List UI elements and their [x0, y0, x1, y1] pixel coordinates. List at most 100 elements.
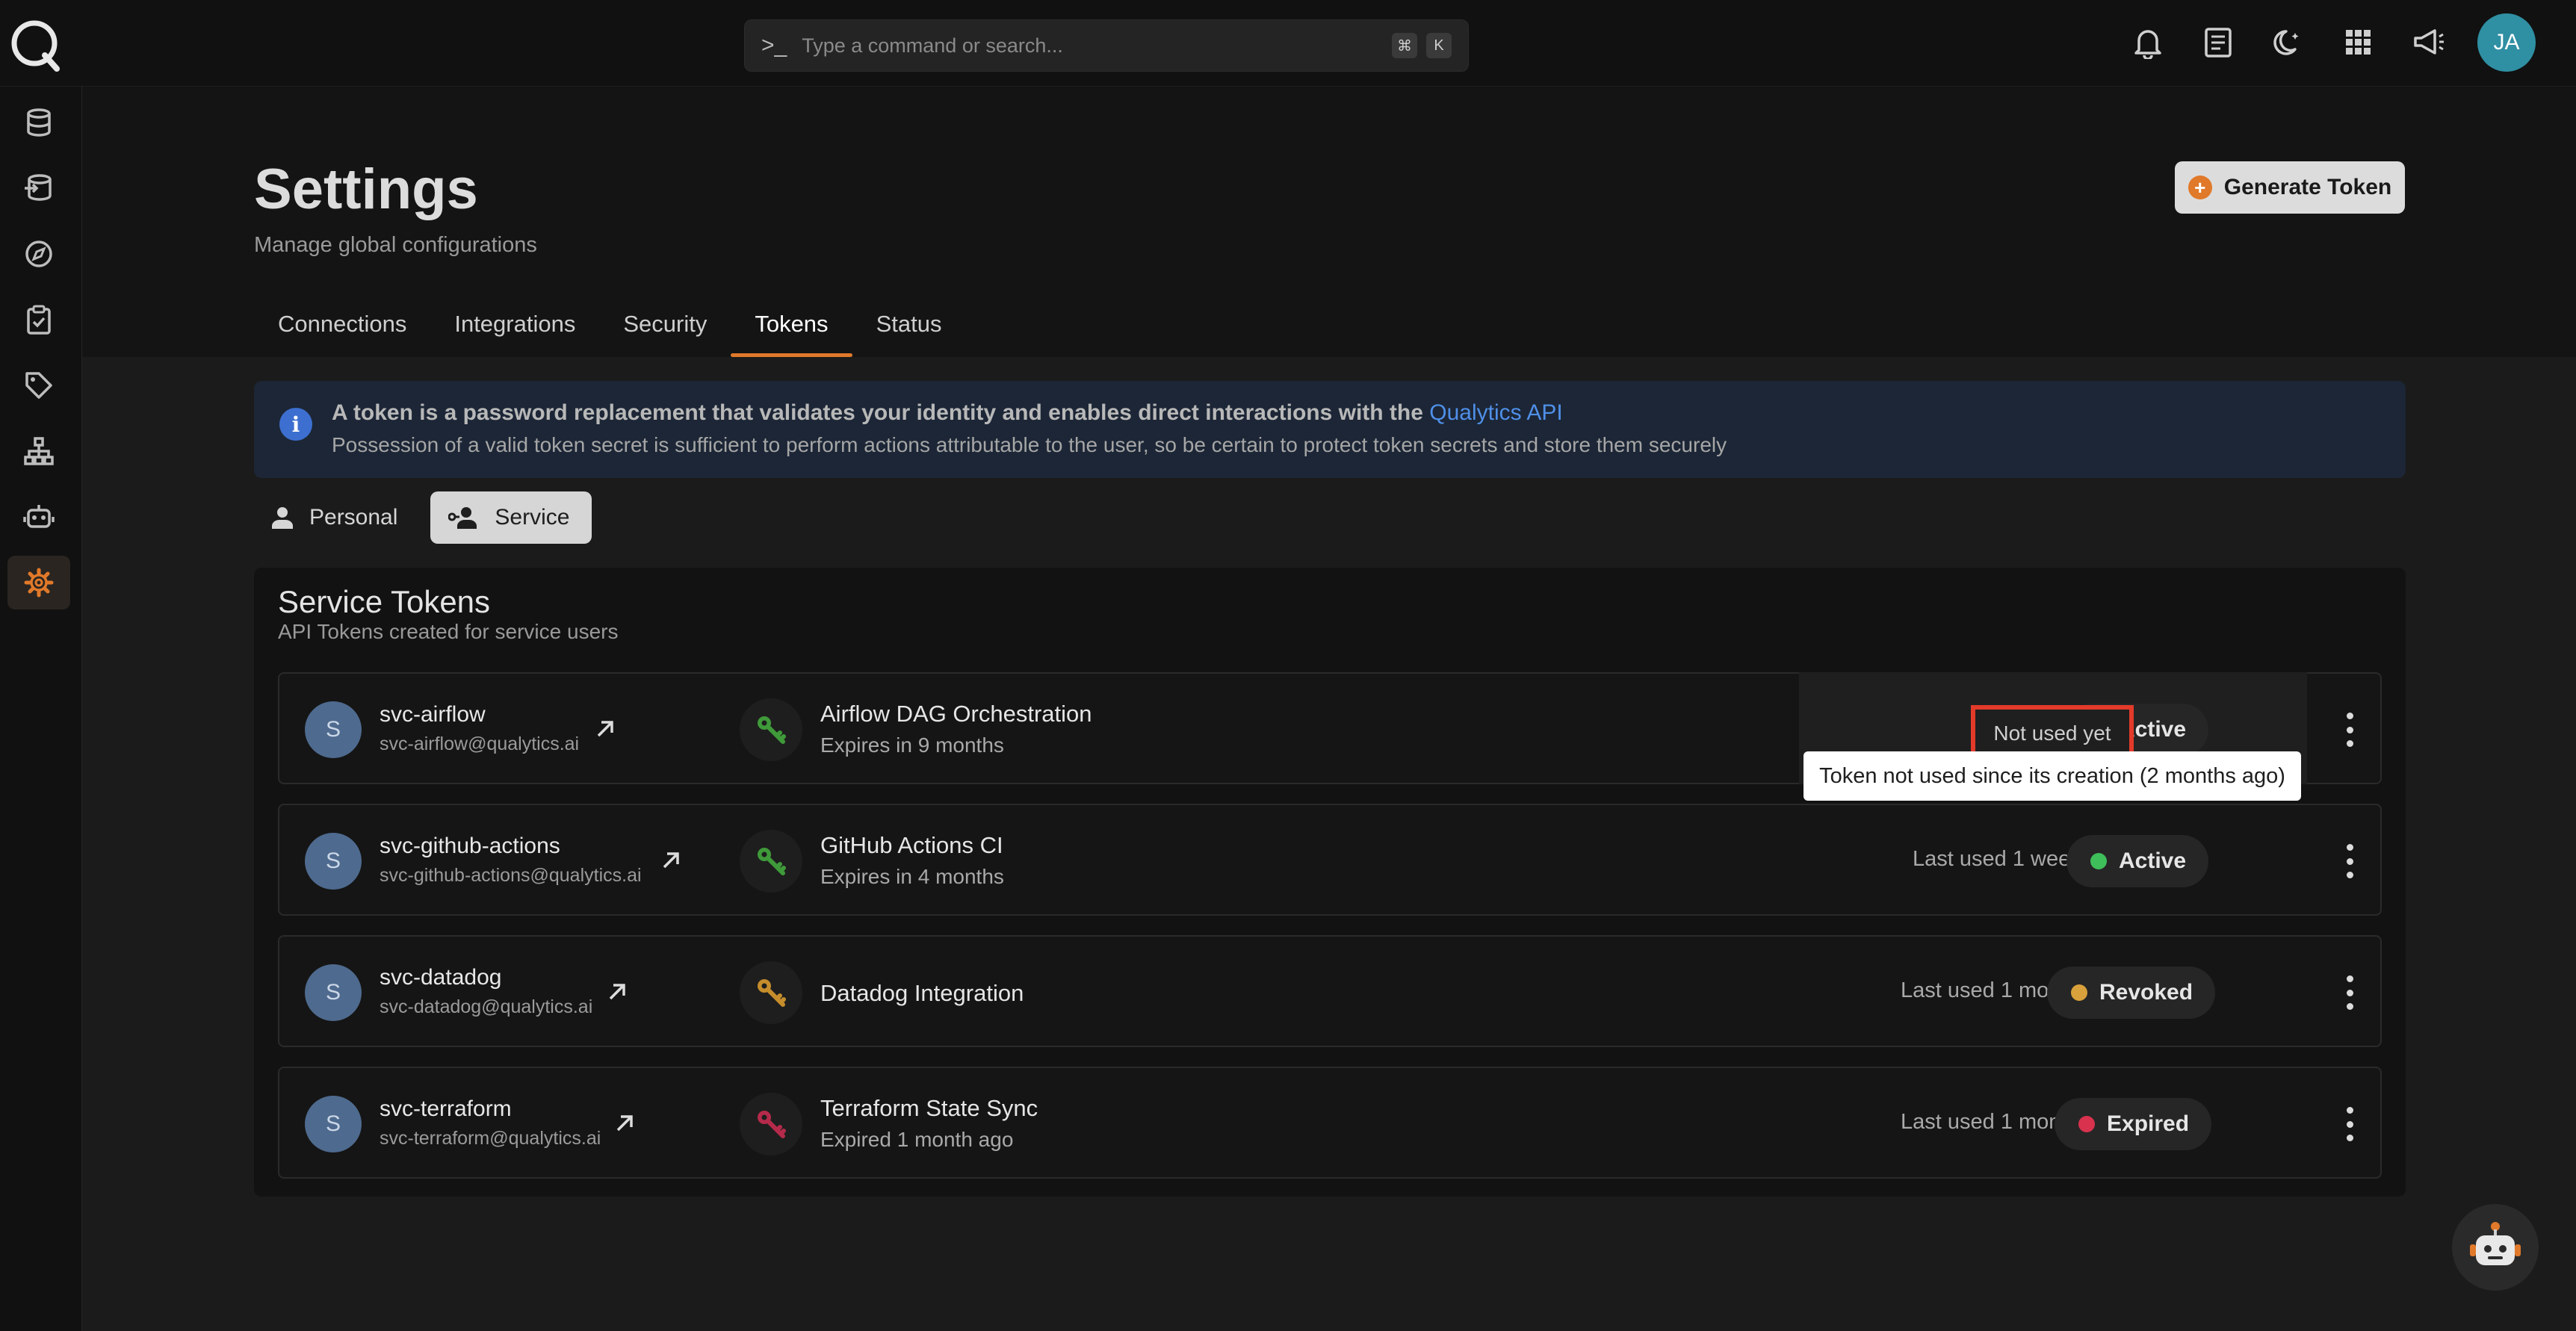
sidebar-item-settings[interactable] — [7, 556, 70, 609]
token-name: Airflow DAG Orchestration — [820, 701, 1092, 727]
generate-token-label: Generate Token — [2223, 175, 2392, 199]
command-search-placeholder: Type a command or search... — [802, 34, 1063, 57]
database-flow-icon — [25, 174, 52, 201]
compass-icon — [25, 241, 52, 267]
megaphone-icon[interactable] — [2407, 21, 2450, 64]
key-icon — [740, 698, 802, 761]
top-actions: JA — [2126, 13, 2536, 72]
dark-mode-moon-icon[interactable] — [2267, 21, 2310, 64]
row-menu-kebab-icon[interactable] — [2338, 713, 2361, 747]
token-expiry: Expires in 9 months — [820, 733, 1004, 757]
shortcut-mod-key: ⌘ — [1392, 33, 1417, 58]
sidebar-item-flows[interactable] — [7, 161, 70, 215]
hierarchy-icon — [24, 437, 54, 465]
sidebar-item-checks[interactable] — [7, 293, 70, 347]
info-icon: i — [279, 408, 312, 441]
avatar: S — [305, 833, 362, 890]
apps-grid-icon[interactable] — [2337, 21, 2380, 64]
service-user-name: svc-airflow — [380, 702, 486, 727]
external-link-arrow-icon[interactable] — [602, 977, 632, 1007]
key-icon — [740, 1093, 802, 1155]
tab-status[interactable]: Status — [852, 291, 966, 357]
status-label: Active — [2119, 848, 2187, 873]
token-row[interactable]: S svc-terraform svc-terraform@qualytics.… — [278, 1067, 2382, 1179]
row-menu-kebab-icon[interactable] — [2338, 975, 2361, 1010]
tab-connections[interactable]: Connections — [254, 291, 430, 357]
generate-token-button[interactable]: + Generate Token — [2175, 161, 2405, 214]
row-menu-kebab-icon[interactable] — [2338, 1107, 2361, 1141]
tab-security[interactable]: Security — [599, 291, 731, 357]
service-user-name: svc-terraform — [380, 1096, 512, 1121]
sidebar-item-datastores[interactable] — [7, 96, 70, 149]
token-row[interactable]: S svc-github-actions svc-github-actions@… — [278, 804, 2382, 916]
service-user-email: svc-airflow@qualytics.ai — [380, 733, 580, 754]
token-name: Terraform State Sync — [820, 1095, 1038, 1121]
service-user-email: svc-terraform@qualytics.ai — [380, 1128, 601, 1149]
token-expiry: Expired 1 month ago — [820, 1128, 1014, 1151]
service-tokens-panel: Service Tokens API Tokens created for se… — [254, 568, 2406, 1197]
bell-icon[interactable] — [2126, 21, 2170, 64]
gear-icon — [24, 568, 54, 598]
sidebar-item-tags[interactable] — [7, 359, 70, 412]
page-subtitle: Manage global configurations — [254, 233, 537, 257]
qualytics-logo[interactable] — [7, 16, 64, 73]
service-label: Service — [495, 505, 570, 530]
docs-icon[interactable] — [2196, 21, 2240, 64]
status-label: Expired — [2107, 1111, 2190, 1136]
panel-title: Service Tokens — [278, 584, 491, 619]
clipboard-check-icon — [27, 305, 51, 335]
token-expiry: Expires in 4 months — [820, 865, 1004, 888]
status-dot — [2090, 853, 2107, 869]
command-search-bar[interactable]: >_ Type a command or search... ⌘ K — [744, 19, 1469, 72]
personal-toggle-button[interactable]: Personal — [254, 491, 420, 544]
top-bar: >_ Type a command or search... ⌘ K JA — [0, 0, 2576, 87]
tag-icon — [25, 372, 52, 399]
external-link-arrow-icon[interactable] — [656, 846, 686, 875]
person-icon — [272, 507, 293, 529]
personal-label: Personal — [309, 505, 398, 530]
info-banner: i A token is a password replacement that… — [254, 381, 2406, 478]
user-avatar[interactable]: JA — [2477, 13, 2536, 72]
plus-icon: + — [2188, 176, 2212, 199]
qualytics-api-link[interactable]: Qualytics API — [1429, 400, 1562, 425]
panel-subtitle: API Tokens created for service users — [278, 620, 619, 643]
avatar: S — [305, 701, 362, 758]
robot-icon — [23, 505, 55, 528]
terminal-prompt-icon: >_ — [761, 33, 787, 58]
service-user-email: svc-datadog@qualytics.ai — [380, 996, 593, 1017]
token-row[interactable]: S svc-datadog svc-datadog@qualytics.ai D… — [278, 935, 2382, 1047]
tab-integrations[interactable]: Integrations — [430, 291, 599, 357]
status-badge: Active — [2066, 835, 2209, 887]
page-title: Settings — [254, 158, 478, 221]
shortcut-k-key: K — [1426, 33, 1452, 58]
status-label: Revoked — [2099, 980, 2193, 1005]
tab-tokens[interactable]: Tokens — [731, 291, 852, 357]
service-user-icon — [448, 507, 477, 529]
last-used-tooltip: Token not used since its creation (2 mon… — [1803, 751, 2301, 801]
token-name: GitHub Actions CI — [820, 832, 1003, 858]
external-link-arrow-icon[interactable] — [590, 714, 620, 744]
sidebar-item-hierarchy[interactable] — [7, 424, 70, 478]
sidebar-item-agents[interactable] — [7, 490, 70, 544]
sidebar-item-explore[interactable] — [7, 227, 70, 281]
token-type-toggle: Personal Service — [254, 491, 592, 544]
status-dot — [2078, 1116, 2095, 1132]
service-user-email: svc-github-actions@qualytics.ai — [380, 865, 642, 886]
external-link-arrow-icon[interactable] — [610, 1108, 640, 1138]
robot-assistant-icon — [2470, 1222, 2521, 1265]
status-badge: Revoked — [2047, 967, 2216, 1019]
assistant-bot-button[interactable] — [2452, 1204, 2539, 1291]
service-user-name: svc-datadog — [380, 965, 502, 990]
key-icon — [740, 961, 802, 1024]
status-dot — [2071, 984, 2087, 1001]
sidebar — [0, 87, 82, 1331]
status-badge: Expired — [2055, 1098, 2212, 1150]
info-line-2: Possession of a valid token secret is su… — [332, 433, 1727, 456]
avatar: S — [305, 1096, 362, 1152]
settings-tabs: Connections Integrations Security Tokens… — [254, 291, 965, 357]
avatar: S — [305, 964, 362, 1021]
row-menu-kebab-icon[interactable] — [2338, 844, 2361, 878]
app-root: >_ Type a command or search... ⌘ K JA Se… — [0, 0, 2576, 1331]
key-icon — [740, 830, 802, 893]
service-toggle-button[interactable]: Service — [430, 491, 592, 544]
